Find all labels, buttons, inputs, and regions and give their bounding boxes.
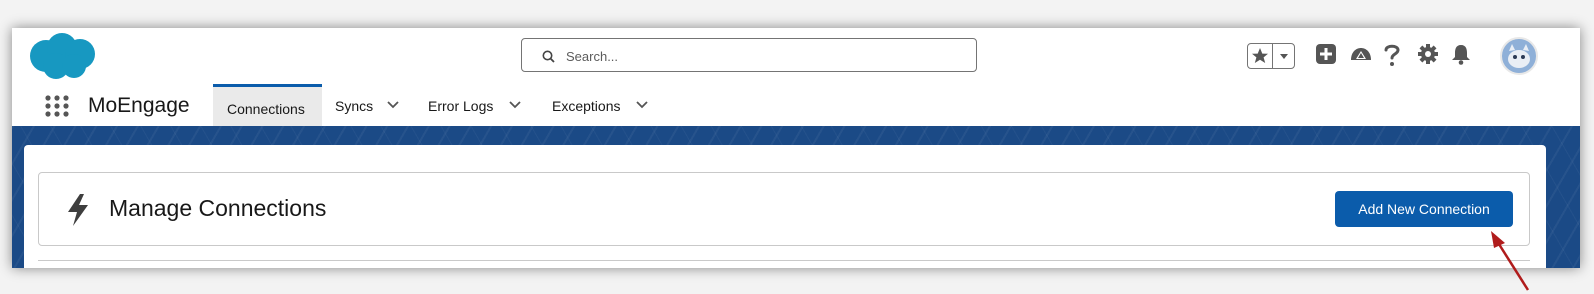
chevron-down-icon[interactable] [635, 100, 649, 110]
tab-label: Connections [227, 101, 305, 117]
chevron-down-icon[interactable] [386, 100, 400, 110]
tab-label: Syncs [335, 98, 374, 114]
tab-error-logs[interactable]: Error Logs [414, 84, 538, 126]
tab-label: Error Logs [428, 98, 494, 114]
help-icon[interactable] [1382, 42, 1402, 68]
salesforce-cloud-logo[interactable] [26, 32, 98, 80]
chevron-down-icon[interactable] [1273, 44, 1295, 68]
tab-connections[interactable]: Connections [213, 84, 322, 126]
tab-exceptions[interactable]: Exceptions [538, 84, 668, 126]
avatar[interactable] [1500, 37, 1538, 75]
tab-syncs[interactable]: Syncs [322, 84, 414, 126]
page-title: Manage Connections [109, 195, 327, 221]
setup-gear-icon[interactable] [1416, 42, 1440, 66]
bell-icon[interactable] [1450, 42, 1472, 66]
search-icon [542, 50, 555, 63]
tab-label: Exceptions [552, 98, 621, 114]
favorites-group [1247, 43, 1295, 69]
add-new-connection-button[interactable]: Add New Connection [1335, 191, 1513, 227]
app-launcher-icon[interactable] [44, 94, 70, 118]
app-name: MoEngage [88, 94, 190, 117]
add-icon[interactable] [1314, 42, 1338, 66]
page-header-card: Manage Connections Add New Connection [38, 172, 1530, 246]
app-window: Search... MoEngage Connections Syncs Err… [12, 28, 1580, 268]
content-card-edge [38, 260, 1530, 268]
global-header: Search... MoEngage Connections Syncs Err… [12, 28, 1580, 126]
star-icon[interactable] [1248, 44, 1273, 68]
chevron-down-icon[interactable] [508, 100, 522, 110]
search-placeholder: Search... [566, 49, 619, 64]
lightning-bolt-icon [68, 194, 88, 226]
trailhead-icon[interactable] [1348, 42, 1374, 66]
global-search[interactable]: Search... [521, 38, 977, 72]
